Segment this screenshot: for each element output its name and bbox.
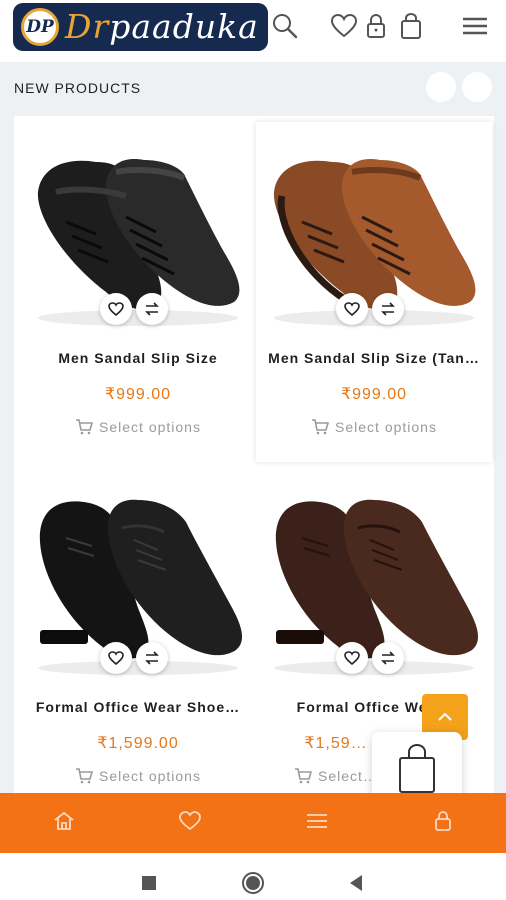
menu-icon[interactable] [460,11,490,41]
compare-button[interactable] [136,642,168,674]
system-nav-bar [0,853,506,900]
product-card[interactable]: Men Sandal Slip Size ₹999.00 Select opti… [20,122,256,462]
home-icon[interactable] [52,809,76,833]
product-price: ₹999.00 [104,386,172,403]
brand-logo[interactable]: DP Drpaaduka [13,3,268,51]
slider-next-button[interactable] [462,72,492,102]
cart-icon [76,419,94,435]
cart-icon [76,768,94,784]
menu-icon[interactable] [305,809,329,833]
wishlist-button[interactable] [100,293,132,325]
compare-icon [381,651,395,665]
product-name[interactable]: Men Sandal Slip Size [26,350,250,366]
product-card[interactable]: Formal Office Wear Shoe… ₹1,599.00 Selec… [20,470,256,810]
cart-icon [295,768,313,784]
select-options-button[interactable]: Select options [20,419,256,435]
bag-icon[interactable] [396,11,426,41]
app-header: DP Drpaaduka [0,0,506,62]
product-card[interactable]: Men Sandal Slip Size (Tan… ₹999.00 Selec… [256,122,492,462]
wishlist-button[interactable] [336,642,368,674]
compare-button[interactable] [136,293,168,325]
product-price: ₹999.00 [340,386,408,403]
product-name[interactable]: Formal Office Wear Shoe… [26,699,250,715]
lock-icon[interactable] [361,11,391,41]
search-icon[interactable] [270,11,300,41]
slider-prev-button[interactable] [426,72,456,102]
home-circle-icon[interactable] [241,871,265,895]
heart-icon [108,651,124,666]
heart-icon[interactable] [178,809,202,833]
logo-text: Drpaaduka [65,7,259,46]
cart-icon [312,419,330,435]
section-title: NEW PRODUCTS [14,80,142,96]
logo-badge: DP [21,8,59,46]
app-screen: DP Drpaaduka NEW PRODUCTS Men Sandal Sli… [0,0,506,900]
wishlist-button[interactable] [100,642,132,674]
heart-icon[interactable] [329,11,359,41]
select-options-button[interactable]: Select options [20,768,256,784]
wishlist-button[interactable] [336,293,368,325]
compare-icon [145,302,159,316]
recents-icon[interactable] [141,875,157,891]
heart-icon [108,302,124,317]
back-icon[interactable] [348,874,364,892]
lock-icon[interactable] [431,809,455,833]
bottom-nav [0,793,506,853]
compare-button[interactable] [372,642,404,674]
heart-icon [344,302,360,317]
select-options-button[interactable]: Select options [256,419,492,435]
compare-icon [145,651,159,665]
heart-icon [344,651,360,666]
compare-button[interactable] [372,293,404,325]
product-name[interactable]: Men Sandal Slip Size (Tan… [262,350,486,366]
product-price: ₹1,599.00 [97,735,179,752]
compare-icon [381,302,395,316]
